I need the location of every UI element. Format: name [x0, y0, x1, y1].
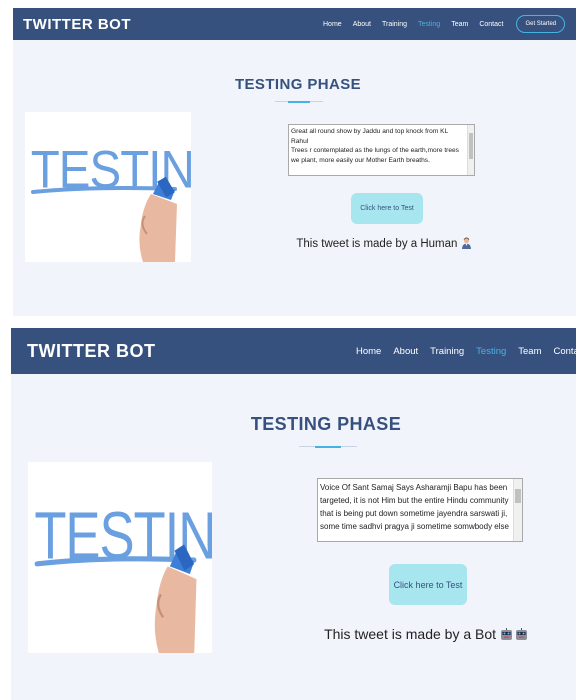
navbar: TWITTER BOT Home About Training Testing … [13, 8, 576, 40]
human-emoji-icon [461, 237, 472, 252]
get-started-button[interactable]: Get Started [516, 15, 566, 33]
nav-menu: Home About Training Testing Team Contact… [323, 8, 566, 40]
textarea-scrollbar[interactable] [467, 125, 474, 175]
tweet-text: Great all round show by Jaddu and top kn… [291, 128, 459, 164]
nav-team[interactable]: Team [518, 346, 541, 357]
tweet-textarea[interactable]: Great all round show by Jaddu and top kn… [288, 124, 475, 176]
brand-logo[interactable]: TWITTER BOT [27, 341, 155, 362]
nav-contact[interactable]: Contact [554, 346, 576, 357]
nav-training[interactable]: Training [382, 21, 407, 28]
nav-about[interactable]: About [393, 346, 418, 357]
test-button[interactable]: Click here to Test [389, 564, 467, 605]
brand-logo[interactable]: TWITTER BOT [23, 16, 131, 33]
navbar: TWITTER BOT Home About Training Testing … [11, 328, 576, 374]
testing-illustration: TESTING [28, 462, 212, 653]
result-text-row: This tweet is made by a Bot [311, 626, 541, 644]
robot-emoji-icon [500, 628, 528, 644]
screenshot-panel-bot: TWITTER BOT Home About Training Testing … [11, 328, 576, 700]
nav-home[interactable]: Home [323, 21, 342, 28]
scrollbar-thumb[interactable] [469, 133, 473, 159]
test-button[interactable]: Click here to Test [351, 193, 423, 224]
scrollbar-thumb[interactable] [515, 489, 521, 503]
nav-menu: Home About Training Testing Team Contact [356, 328, 576, 374]
nav-testing[interactable]: Testing [476, 346, 506, 357]
tweet-textarea[interactable]: Voice Of Sant Samaj Says Asharamji Bapu … [317, 478, 523, 542]
section-title: TESTING PHASE [250, 414, 402, 434]
screenshot-panel-human: TWITTER BOT Home About Training Testing … [13, 8, 576, 316]
result-text-row: This tweet is made by a Human [279, 237, 489, 252]
tweet-text: Voice Of Sant Samaj Says Asharamji Bapu … [320, 483, 511, 531]
nav-training[interactable]: Training [430, 346, 464, 357]
nav-home[interactable]: Home [356, 346, 381, 357]
nav-contact[interactable]: Contact [479, 21, 503, 28]
result-text: This tweet is made by a Human [296, 238, 458, 250]
result-text: This tweet is made by a Bot [324, 626, 497, 642]
nav-about[interactable]: About [353, 21, 371, 28]
nav-team[interactable]: Team [451, 21, 468, 28]
textarea-scrollbar[interactable] [513, 479, 522, 541]
nav-testing[interactable]: Testing [418, 21, 440, 28]
title-underline-accent [315, 446, 341, 448]
title-underline-accent [288, 101, 310, 103]
section-title: TESTING PHASE [234, 76, 362, 93]
testing-illustration: TESTING [25, 112, 191, 262]
